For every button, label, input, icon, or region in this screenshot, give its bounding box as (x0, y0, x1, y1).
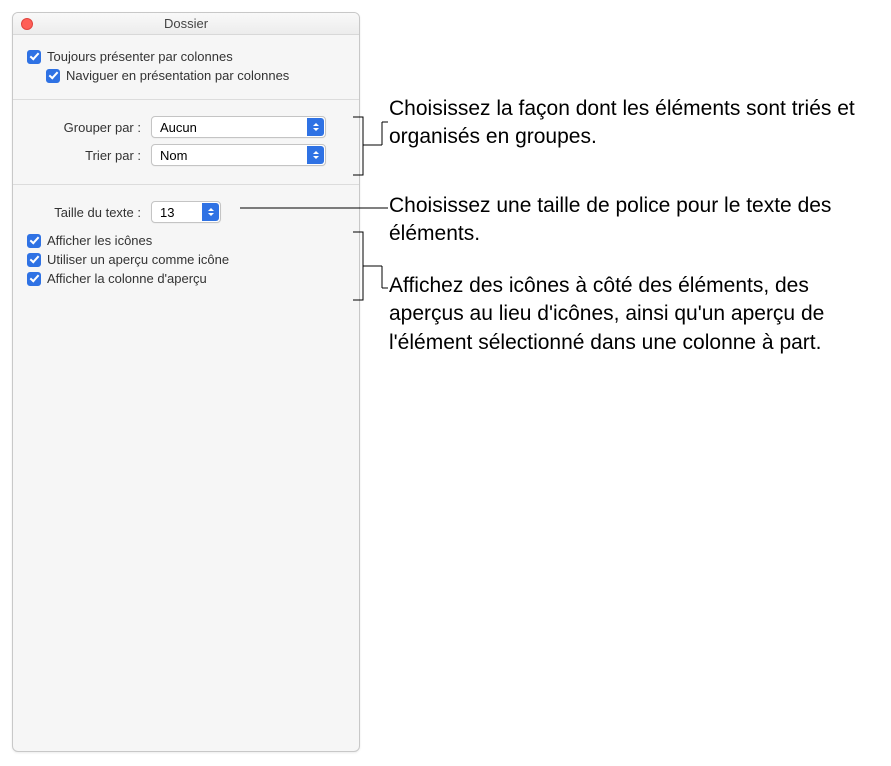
checkbox-show-icons[interactable] (27, 234, 41, 248)
section-text-icons: Taille du texte : 13 Afficher les icônes… (13, 185, 359, 302)
select-text-size[interactable]: 13 (151, 201, 221, 223)
row-group-by: Grouper par : Aucun (27, 116, 345, 138)
checkbox-browse-columns[interactable] (46, 69, 60, 83)
checkbox-show-preview-column[interactable] (27, 272, 41, 286)
row-browse-columns: Naviguer en présentation par colonnes (27, 68, 345, 83)
row-text-size: Taille du texte : 13 (27, 201, 345, 223)
checkbox-use-preview-icon[interactable] (27, 253, 41, 267)
label-use-preview-icon: Utiliser un aperçu comme icône (47, 252, 229, 267)
updown-icon (307, 146, 324, 164)
label-show-preview-column: Afficher la colonne d'aperçu (47, 271, 207, 286)
select-group-by-value: Aucun (160, 120, 197, 135)
section-sort-group: Grouper par : Aucun Trier par : Nom (13, 100, 359, 185)
select-group-by[interactable]: Aucun (151, 116, 326, 138)
row-show-preview-column: Afficher la colonne d'aperçu (27, 271, 345, 286)
section-view-mode: Toujours présenter par colonnes Naviguer… (13, 35, 359, 100)
row-sort-by: Trier par : Nom (27, 144, 345, 166)
row-show-icons: Afficher les icônes (27, 233, 345, 248)
annotation-icons: Affichez des icônes à côté des éléments,… (389, 272, 869, 357)
annotation-sort-group: Choisissez la façon dont les éléments so… (389, 95, 869, 152)
select-text-size-value: 13 (160, 205, 174, 220)
label-browse-columns: Naviguer en présentation par colonnes (66, 68, 289, 83)
row-always-columns: Toujours présenter par colonnes (27, 49, 345, 64)
annotation-text-size: Choisissez une taille de police pour le … (389, 192, 869, 249)
label-group-by: Grouper par : (27, 120, 151, 135)
close-button[interactable] (21, 18, 33, 30)
label-show-icons: Afficher les icônes (47, 233, 152, 248)
checkbox-always-columns[interactable] (27, 50, 41, 64)
titlebar: Dossier (13, 13, 359, 35)
label-always-columns: Toujours présenter par colonnes (47, 49, 233, 64)
select-sort-by-value: Nom (160, 148, 187, 163)
row-use-preview-icon: Utiliser un aperçu comme icône (27, 252, 345, 267)
window-title: Dossier (164, 16, 208, 31)
view-options-window: Dossier Toujours présenter par colonnes … (12, 12, 360, 752)
updown-icon (202, 203, 219, 221)
updown-icon (307, 118, 324, 136)
label-sort-by: Trier par : (27, 148, 151, 163)
label-text-size: Taille du texte : (27, 205, 151, 220)
select-sort-by[interactable]: Nom (151, 144, 326, 166)
